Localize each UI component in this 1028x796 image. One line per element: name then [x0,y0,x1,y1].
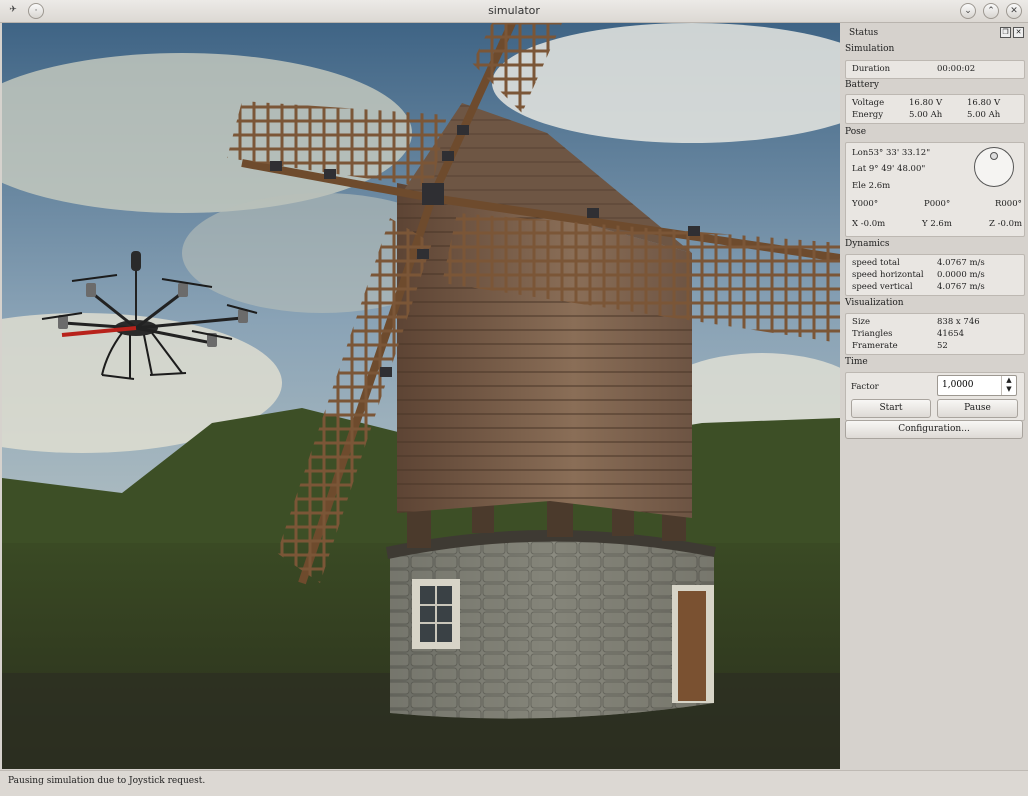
visualization-box: Size 838 x 746 Triangles 41654 Framerate… [845,313,1025,355]
energy-value-1: 5.00 Ah [909,110,943,120]
float-icon[interactable]: ❐ [1000,27,1011,38]
3d-viewport[interactable] [2,23,840,769]
pause-button[interactable]: Pause [937,399,1018,418]
status-panel: Status ❐ ✕ Simulation Duration 00:00:02 B… [843,23,1026,769]
battery-section-label: Battery [845,80,879,90]
dynamics-row-name: speed total [852,258,900,268]
dynamics-row-value: 0.0000 m/s [937,270,985,280]
latitude-value: Lat 9° 49' 48.00" [852,164,926,174]
elevation-value: Ele 2.6m [852,181,891,191]
visualization-row-name: Size [852,317,871,327]
voltage-value-1: 16.80 V [909,98,943,108]
window-title: simulator [488,4,540,17]
duration-value: 00:00:02 [937,64,976,74]
visualization-row-value: 838 x 746 [937,317,980,327]
compass-indicator [974,147,1014,187]
voltage-value-2: 16.80 V [967,98,1001,108]
energy-value-2: 5.00 Ah [967,110,1001,120]
x-position-value: X -0.0m [852,219,886,229]
close-icon[interactable]: ✕ [1006,3,1022,19]
configuration-button[interactable]: Configuration... [845,420,1023,439]
yaw-value: Y000° [852,199,879,209]
y-position-value: Y 2.6m [922,219,952,229]
visualization-section-label: Visualization [845,298,904,308]
visualization-row-value: 52 [937,341,948,351]
pitch-value: P000° [924,199,951,209]
roll-value: R000° [995,199,1022,209]
time-section-label: Time [845,357,868,367]
battery-box: Voltage 16.80 V 16.80 V Energy 5.00 Ah 5… [845,94,1025,124]
dynamics-row-name: speed vertical [852,282,913,292]
panel-title: Status [849,28,879,38]
visualization-row-name: Framerate [852,341,898,351]
dynamics-section-label: Dynamics [845,239,890,249]
dynamics-row-value: 4.0767 m/s [937,258,985,268]
simulation-box: Duration 00:00:02 [845,60,1025,79]
pose-box: Lon53° 33' 33.12" Lat 9° 49' 48.00" Ele … [845,142,1025,237]
minimize-icon[interactable]: ⌄ [960,3,976,19]
start-button[interactable]: Start [851,399,931,418]
pose-section-label: Pose [845,127,867,137]
voltage-label: Voltage [852,98,885,108]
status-message: Pausing simulation due to Joystick reque… [8,776,206,786]
duration-label: Duration [852,64,891,74]
simulation-section-label: Simulation [845,44,895,54]
longitude-value: Lon53° 33' 33.12" [852,148,931,158]
energy-label: Energy [852,110,884,120]
title-bar: ✈ · simulator ⌄ ⌃ ✕ [0,0,1028,23]
dynamics-row-value: 4.0767 m/s [937,282,985,292]
dynamics-row-name: speed horizontal [852,270,924,280]
factor-label: Factor [851,382,879,392]
close-panel-icon[interactable]: ✕ [1013,27,1024,38]
visualization-row-name: Triangles [852,329,893,339]
dynamics-box: speed total 4.0767 m/s speed horizontal … [845,254,1025,296]
factor-spinbox[interactable]: ▲▼ [937,375,1017,396]
z-position-value: Z -0.0m [989,219,1023,229]
visualization-row-value: 41654 [937,329,965,339]
panel-window-controls: ❐ ✕ [998,27,1024,38]
maximize-icon[interactable]: ⌃ [983,3,999,19]
factor-input[interactable] [938,376,998,393]
status-bar: Pausing simulation due to Joystick reque… [0,770,1028,796]
compass-marker [990,152,998,160]
spinbox-arrows[interactable]: ▲ ▼ [1001,376,1016,395]
scene-render [2,23,840,769]
